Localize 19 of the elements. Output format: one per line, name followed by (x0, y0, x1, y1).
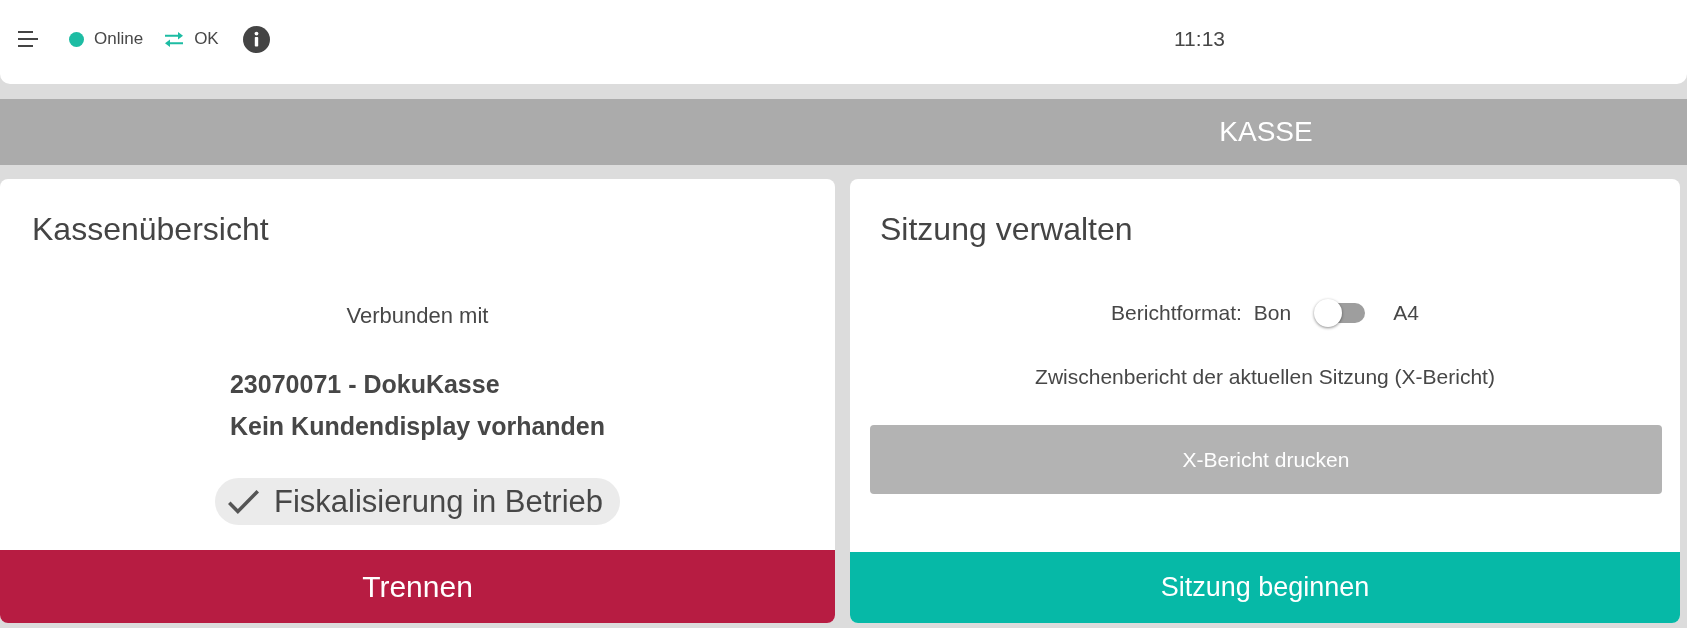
report-format-label: Berichtformat: (1111, 301, 1242, 325)
status-label: OK (194, 29, 219, 49)
card-title: Sitzung verwalten (880, 211, 1133, 247)
disconnect-button[interactable]: Trennen (0, 550, 835, 623)
start-session-button[interactable]: Sitzung beginnen (850, 552, 1680, 623)
option-label: Bon (1253, 301, 1292, 325)
report-format-toggle[interactable] (1314, 299, 1366, 327)
clock-time: 11:13 (1174, 27, 1225, 51)
menu-icon[interactable] (18, 31, 38, 47)
register-info-line: Kein Kundendisplay vorhanden (229, 411, 606, 442)
info-icon[interactable] (242, 25, 270, 53)
section-title: KASSE (1219, 116, 1313, 148)
chip-label: Fiskalisierung in Betrieb (273, 483, 604, 520)
connected-label: Verbunden mit (346, 304, 489, 328)
card-title: Kassenübersicht (32, 211, 269, 247)
interim-report-label: Zwischenbericht der aktuellen Sitzung (X-Bericht) (1035, 365, 1495, 389)
register-info-line: 23070071 - DokuKasse (229, 369, 500, 400)
option-label: A4 (1393, 301, 1419, 325)
status-label: Online (94, 29, 144, 49)
